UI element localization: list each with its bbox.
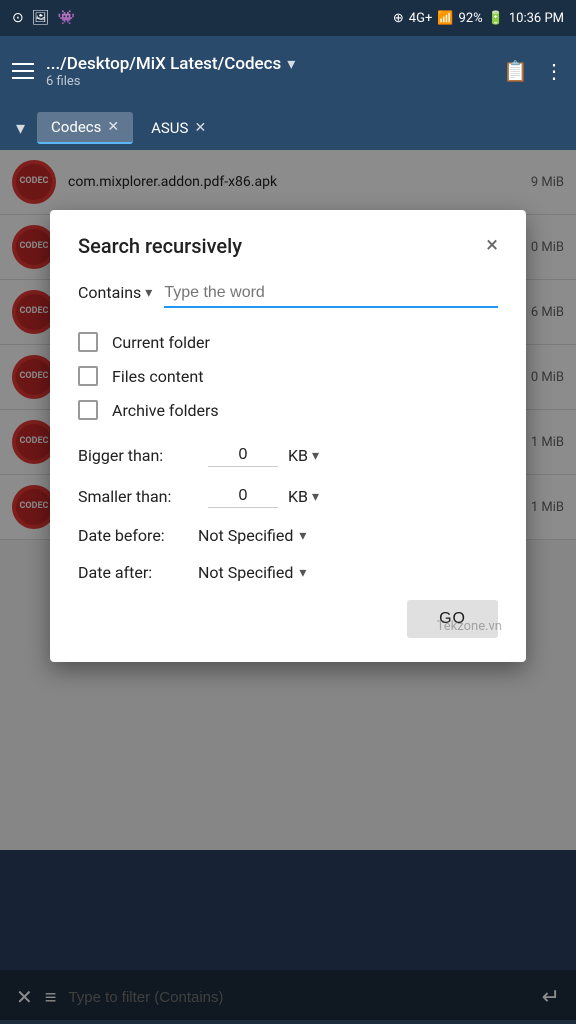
checkbox-archive-folders-box[interactable] — [78, 400, 98, 420]
date-after-label: Date after: — [78, 563, 188, 582]
tab-codecs-label: Codecs — [51, 118, 101, 136]
tab-asus-close[interactable]: ✕ — [194, 120, 206, 136]
tab-codecs[interactable]: Codecs ✕ — [37, 112, 133, 144]
date-after-value: Not Specified — [198, 563, 293, 582]
clipboard-icon[interactable]: 📋 — [503, 59, 528, 83]
status-left-icons: ⊙ 🖼 👾 — [12, 10, 75, 26]
signal-icon: 📶 — [437, 11, 453, 26]
more-options-icon[interactable]: ⋮ — [544, 59, 564, 83]
date-after-arrow: ▾ — [299, 565, 306, 581]
date-before-dropdown[interactable]: Not Specified ▾ — [198, 526, 306, 545]
smaller-than-label: Smaller than: — [78, 487, 198, 506]
tab-codecs-close[interactable]: ✕ — [107, 119, 119, 135]
tab-scroll-left[interactable]: ▾ — [8, 114, 33, 143]
status-bar: ⊙ 🖼 👾 ⊕ 4G+ 📶 92% 🔋 10:36 PM — [0, 0, 576, 36]
date-before-value: Not Specified — [198, 526, 293, 545]
hamburger-menu[interactable] — [12, 63, 34, 79]
files-count: 6 files — [46, 74, 491, 89]
app-icon-1: ⊙ — [12, 10, 24, 26]
checkbox-current-folder-box[interactable] — [78, 332, 98, 352]
go-button-row: GO — [78, 600, 498, 638]
contains-label: Contains — [78, 283, 141, 302]
contains-arrow-icon: ▾ — [145, 285, 152, 301]
bigger-than-unit-arrow: ▾ — [312, 448, 319, 464]
smaller-than-row: Smaller than: KB ▾ — [78, 485, 498, 508]
current-path: .../Desktop/MiX Latest/Codecs — [46, 54, 281, 74]
bigger-than-label: Bigger than: — [78, 446, 198, 465]
status-right-icons: ⊕ 4G+ 📶 92% 🔋 10:36 PM — [393, 11, 564, 26]
bigger-than-unit-dropdown[interactable]: KB ▾ — [288, 446, 319, 465]
smaller-than-unit-label: KB — [288, 487, 308, 506]
checkbox-current-folder[interactable]: Current folder — [78, 332, 498, 352]
top-action-icons: 📋 ⋮ — [503, 59, 564, 83]
smaller-than-unit-arrow: ▾ — [312, 489, 319, 505]
date-before-label: Date before: — [78, 526, 188, 545]
search-input-wrap — [164, 282, 498, 308]
date-after-dropdown[interactable]: Not Specified ▾ — [198, 563, 306, 582]
checkbox-archive-folders-label: Archive folders — [112, 401, 219, 420]
path-area: .../Desktop/MiX Latest/Codecs ▾ 6 files — [46, 54, 491, 89]
search-dialog: Search recursively × Contains ▾ Current … — [50, 210, 526, 662]
watermark: Tekzone.vn — [437, 619, 502, 634]
bigger-than-unit-label: KB — [288, 446, 308, 465]
bigger-than-row: Bigger than: KB ▾ — [78, 444, 498, 467]
search-input[interactable] — [164, 284, 498, 302]
battery-icon: 🔋 — [488, 11, 504, 26]
date-after-row: Date after: Not Specified ▾ — [78, 563, 498, 582]
tabs-bar: ▾ Codecs ✕ ASUS ✕ — [0, 106, 576, 150]
location-icon: ⊕ — [393, 11, 404, 26]
checkbox-current-folder-label: Current folder — [112, 333, 210, 352]
checkbox-files-content[interactable]: Files content — [78, 366, 498, 386]
top-bar: .../Desktop/MiX Latest/Codecs ▾ 6 files … — [0, 36, 576, 106]
network-label: 4G+ — [409, 11, 433, 26]
checkbox-files-content-label: Files content — [112, 367, 203, 386]
smaller-than-unit-dropdown[interactable]: KB ▾ — [288, 487, 319, 506]
smaller-than-input[interactable] — [208, 485, 278, 508]
path-dropdown-arrow[interactable]: ▾ — [287, 54, 295, 73]
search-row: Contains ▾ — [78, 282, 498, 308]
contains-dropdown[interactable]: Contains ▾ — [78, 283, 152, 308]
app-icon-2: 🖼 — [32, 10, 50, 26]
date-before-arrow: ▾ — [299, 528, 306, 544]
dialog-header: Search recursively × — [78, 234, 498, 258]
checkbox-files-content-box[interactable] — [78, 366, 98, 386]
checkbox-archive-folders[interactable]: Archive folders — [78, 400, 498, 420]
tab-asus-label: ASUS — [151, 119, 188, 137]
time-label: 10:36 PM — [509, 11, 564, 26]
path-row: .../Desktop/MiX Latest/Codecs ▾ — [46, 54, 491, 74]
tab-asus[interactable]: ASUS ✕ — [137, 113, 220, 143]
battery-label: 92% — [459, 11, 483, 26]
date-before-row: Date before: Not Specified ▾ — [78, 526, 498, 545]
dialog-title: Search recursively — [78, 234, 242, 258]
app-icon-3: 👾 — [58, 10, 75, 26]
dialog-close-button[interactable]: × — [486, 235, 498, 257]
checkbox-group: Current folder Files content Archive fol… — [78, 332, 498, 420]
bigger-than-input[interactable] — [208, 444, 278, 467]
